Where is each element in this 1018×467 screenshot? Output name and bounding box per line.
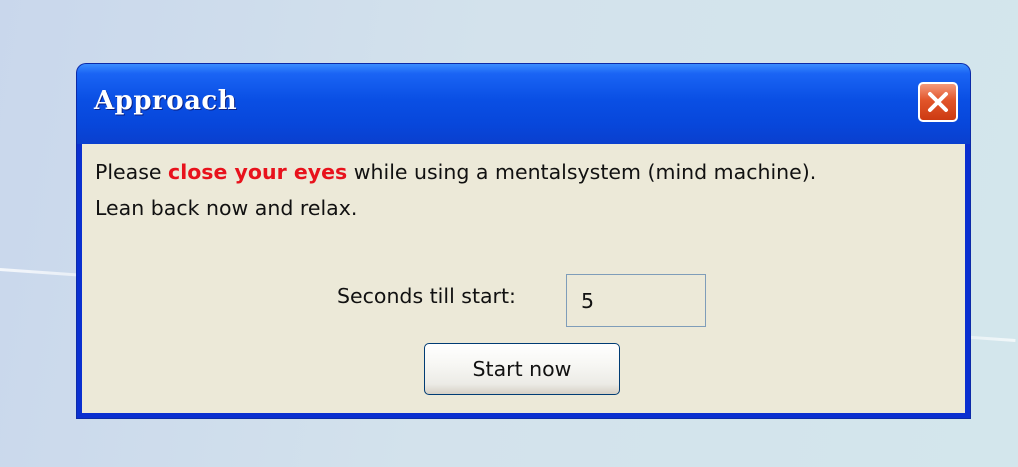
dialog-body: Please close your eyes while using a men… [82, 144, 965, 413]
seconds-countdown-field[interactable] [566, 274, 706, 327]
message-line-1: Please close your eyes while using a men… [95, 154, 816, 190]
message-text-after: while using a mentalsystem (mind machine… [347, 160, 817, 184]
title-bar[interactable]: Approach [77, 64, 970, 144]
approach-dialog: Approach Please close your eyes while us… [77, 64, 970, 418]
close-your-eyes-emphasis: close your eyes [168, 160, 348, 184]
close-button[interactable] [918, 82, 958, 122]
instruction-message: Please close your eyes while using a men… [95, 154, 816, 226]
seconds-till-start-label: Seconds till start: [337, 284, 516, 308]
message-text-before: Please [95, 160, 169, 184]
start-now-button[interactable]: Start now [424, 343, 620, 395]
window-title: Approach [94, 86, 238, 116]
message-line-2: Lean back now and relax. [95, 196, 358, 220]
close-icon [928, 92, 948, 112]
